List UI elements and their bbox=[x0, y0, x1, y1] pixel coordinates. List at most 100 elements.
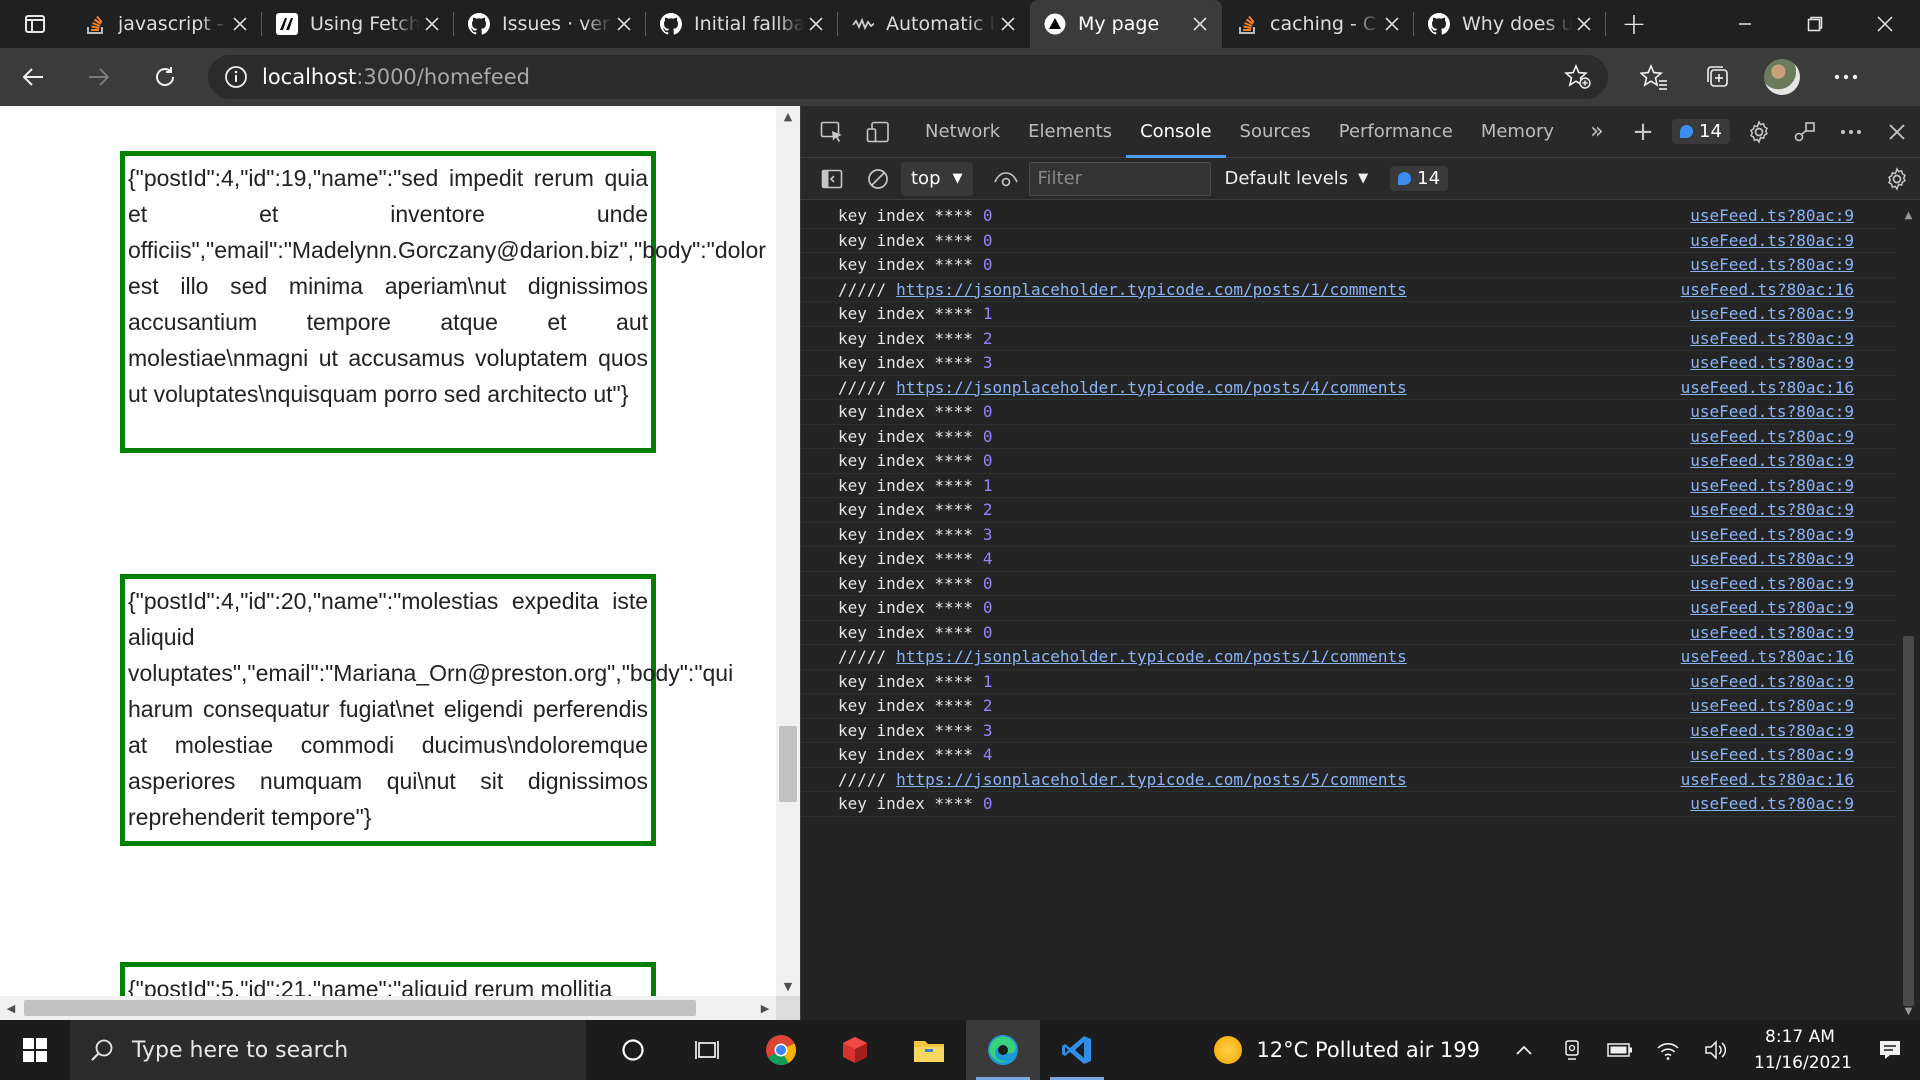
tab-actions-button[interactable] bbox=[0, 0, 70, 48]
cortana-button[interactable] bbox=[596, 1020, 670, 1080]
messages-badge[interactable]: 14 bbox=[1672, 119, 1730, 144]
console-source-link[interactable]: useFeed.ts?80ac:9 bbox=[1690, 745, 1854, 764]
console-source-link[interactable]: useFeed.ts?80ac:9 bbox=[1690, 231, 1854, 250]
console-source-link[interactable]: useFeed.ts?80ac:9 bbox=[1690, 623, 1854, 642]
issues-badge[interactable]: 14 bbox=[1390, 166, 1449, 191]
browser-tab[interactable]: javascript - bbox=[70, 0, 262, 48]
console-source-link[interactable]: useFeed.ts?80ac:9 bbox=[1690, 721, 1854, 740]
toggle-sidebar-button[interactable] bbox=[809, 153, 855, 205]
console-source-link[interactable]: useFeed.ts?80ac:16 bbox=[1681, 280, 1854, 299]
console-source-link[interactable]: useFeed.ts?80ac:16 bbox=[1681, 378, 1854, 397]
scroll-right-icon[interactable]: ▶ bbox=[754, 996, 776, 1020]
restore-button[interactable] bbox=[1780, 0, 1850, 48]
console-source-link[interactable]: useFeed.ts?80ac:9 bbox=[1690, 329, 1854, 348]
console-url-link[interactable]: https://jsonplaceholder.typicode.com/pos… bbox=[896, 378, 1407, 397]
browser-tab[interactable]: Automatic I bbox=[838, 0, 1030, 48]
console-source-link[interactable]: useFeed.ts?80ac:9 bbox=[1690, 794, 1854, 813]
devtools-tab-sources[interactable]: Sources bbox=[1226, 106, 1325, 158]
console-source-link[interactable]: useFeed.ts?80ac:9 bbox=[1690, 500, 1854, 519]
add-favorite-icon[interactable] bbox=[1564, 64, 1592, 90]
devtools-tab-memory[interactable]: Memory bbox=[1467, 106, 1568, 158]
chrome-taskbar-button[interactable] bbox=[744, 1020, 818, 1080]
battery-button[interactable] bbox=[1596, 1020, 1644, 1080]
network-button[interactable] bbox=[1644, 1020, 1692, 1080]
console-source-link[interactable]: useFeed.ts?80ac:9 bbox=[1690, 304, 1854, 323]
close-devtools-button[interactable] bbox=[1874, 106, 1920, 158]
add-tool-button[interactable]: + bbox=[1620, 106, 1666, 158]
close-tab-button[interactable] bbox=[1572, 12, 1596, 36]
console-source-link[interactable]: useFeed.ts?80ac:9 bbox=[1690, 206, 1854, 225]
console-source-link[interactable]: useFeed.ts?80ac:9 bbox=[1690, 598, 1854, 617]
task-view-button[interactable] bbox=[670, 1020, 744, 1080]
browser-tab[interactable]: My page bbox=[1030, 0, 1222, 48]
close-tab-button[interactable] bbox=[612, 12, 636, 36]
vertical-scroll-thumb[interactable] bbox=[779, 726, 797, 802]
show-hidden-icons-button[interactable] bbox=[1500, 1020, 1548, 1080]
browser-tab[interactable]: Using Fetch bbox=[262, 0, 454, 48]
action-center-button[interactable] bbox=[1860, 1020, 1920, 1080]
console-scroll-thumb[interactable] bbox=[1903, 636, 1914, 1006]
close-tab-button[interactable] bbox=[996, 12, 1020, 36]
minimize-button[interactable] bbox=[1710, 0, 1780, 48]
weather-widget[interactable]: 12°C Polluted air 199 bbox=[1214, 1036, 1480, 1064]
console-source-link[interactable]: useFeed.ts?80ac:9 bbox=[1690, 427, 1854, 446]
close-tab-button[interactable] bbox=[228, 12, 252, 36]
favorites-button[interactable] bbox=[1622, 53, 1686, 101]
browser-tab[interactable]: caching - C bbox=[1222, 0, 1414, 48]
devtools-tab-console[interactable]: Console bbox=[1126, 106, 1226, 158]
close-tab-button[interactable] bbox=[420, 12, 444, 36]
scroll-left-icon[interactable]: ◀ bbox=[0, 996, 22, 1020]
devtools-tab-elements[interactable]: Elements bbox=[1014, 106, 1126, 158]
console-source-link[interactable]: useFeed.ts?80ac:9 bbox=[1690, 476, 1854, 495]
profile-avatar[interactable] bbox=[1764, 59, 1800, 95]
file-explorer-taskbar-button[interactable] bbox=[892, 1020, 966, 1080]
scroll-up-icon[interactable]: ▲ bbox=[1896, 206, 1920, 224]
collections-button[interactable] bbox=[1686, 53, 1750, 101]
address-bar[interactable]: localhost:3000/homefeed bbox=[208, 55, 1608, 99]
back-button[interactable] bbox=[0, 53, 66, 101]
console-url-link[interactable]: https://jsonplaceholder.typicode.com/pos… bbox=[896, 280, 1407, 299]
page-horizontal-scrollbar[interactable]: ◀ ▶ bbox=[0, 996, 776, 1020]
page-vertical-scrollbar[interactable]: ▲ ▼ bbox=[776, 106, 800, 996]
console-filter-input[interactable]: Filter bbox=[1028, 161, 1211, 196]
console-source-link[interactable]: useFeed.ts?80ac:9 bbox=[1690, 696, 1854, 715]
customize-devtools-button[interactable] bbox=[1828, 106, 1874, 158]
console-url-link[interactable]: https://jsonplaceholder.typicode.com/pos… bbox=[896, 770, 1407, 789]
forward-button[interactable] bbox=[66, 53, 132, 101]
close-tab-button[interactable] bbox=[1188, 12, 1212, 36]
devtools-tab-network[interactable]: Network bbox=[911, 106, 1014, 158]
site-info-icon[interactable] bbox=[224, 65, 248, 89]
context-selector[interactable]: top ▼ bbox=[901, 161, 973, 196]
settings-more-button[interactable] bbox=[1814, 53, 1878, 101]
browser-tab[interactable]: Issues · verc bbox=[454, 0, 646, 48]
console-source-link[interactable]: useFeed.ts?80ac:9 bbox=[1690, 549, 1854, 568]
console-url-link[interactable]: https://jsonplaceholder.typicode.com/pos… bbox=[896, 647, 1407, 666]
device-emulation-button[interactable] bbox=[855, 106, 901, 158]
close-tab-button[interactable] bbox=[804, 12, 828, 36]
devtools-settings-button[interactable] bbox=[1736, 106, 1782, 158]
app-taskbar-button[interactable] bbox=[818, 1020, 892, 1080]
close-window-button[interactable] bbox=[1850, 0, 1920, 48]
taskbar-search-box[interactable]: Type here to search bbox=[70, 1020, 586, 1080]
live-expression-button[interactable] bbox=[983, 153, 1029, 205]
refresh-button[interactable] bbox=[132, 53, 198, 101]
taskbar-clock[interactable]: 8:17 AM 11/16/2021 bbox=[1740, 1024, 1860, 1076]
clear-console-button[interactable] bbox=[855, 153, 901, 205]
inspect-element-button[interactable] bbox=[809, 106, 855, 158]
meet-now-button[interactable] bbox=[1548, 1020, 1596, 1080]
start-button[interactable] bbox=[0, 1020, 70, 1080]
browser-tab[interactable]: Why does u bbox=[1414, 0, 1606, 48]
scroll-up-icon[interactable]: ▲ bbox=[776, 106, 800, 126]
console-source-link[interactable]: useFeed.ts?80ac:9 bbox=[1690, 255, 1854, 274]
console-source-link[interactable]: useFeed.ts?80ac:9 bbox=[1690, 402, 1854, 421]
scroll-down-icon[interactable]: ▼ bbox=[1896, 1002, 1920, 1020]
console-settings-button[interactable] bbox=[1874, 153, 1920, 205]
browser-tab[interactable]: Initial fallba bbox=[646, 0, 838, 48]
scroll-down-icon[interactable]: ▼ bbox=[776, 976, 800, 996]
vscode-taskbar-button[interactable] bbox=[1040, 1020, 1114, 1080]
edge-taskbar-button[interactable] bbox=[966, 1020, 1040, 1080]
horizontal-scroll-thumb[interactable] bbox=[24, 1000, 696, 1016]
console-source-link[interactable]: useFeed.ts?80ac:16 bbox=[1681, 770, 1854, 789]
close-tab-button[interactable] bbox=[1380, 12, 1404, 36]
more-tabs-button[interactable]: » bbox=[1574, 106, 1620, 158]
